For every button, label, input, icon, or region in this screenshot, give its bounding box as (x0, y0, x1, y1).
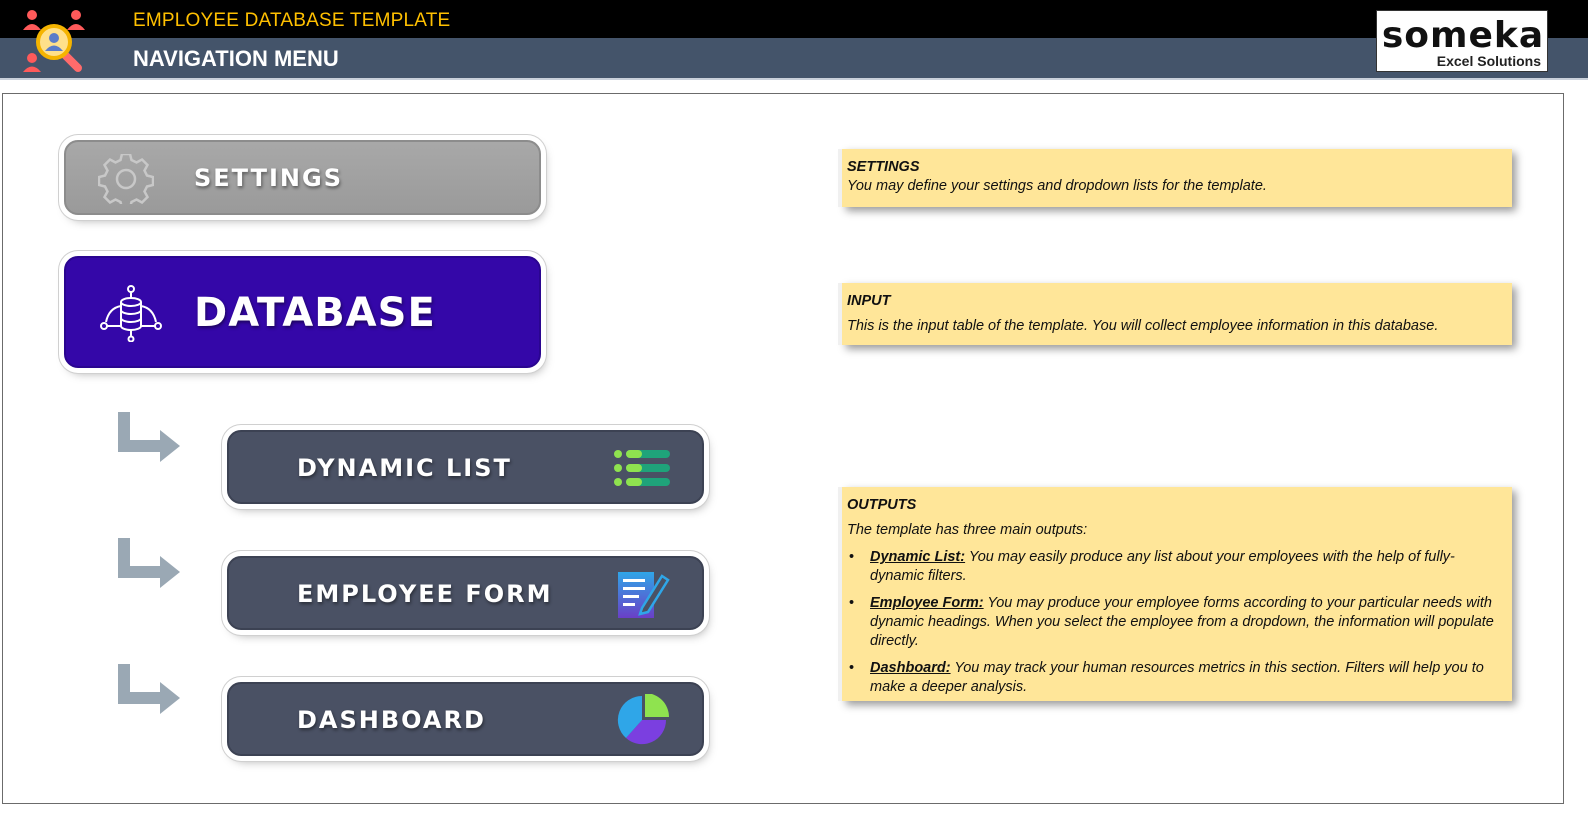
dynamic-list-button-label: DYNAMIC LIST (297, 454, 512, 482)
outputs-note-title: OUTPUTS (847, 497, 917, 513)
output-term: Employee Form: (870, 595, 984, 611)
database-button-label: DATABASE (194, 290, 436, 336)
brand-name: someka (1381, 15, 1545, 56)
list-icon (614, 450, 670, 486)
database-network-icon (100, 285, 162, 342)
list-item: Dynamic List: You may easily produce any… (847, 548, 1507, 586)
employee-form-button-label: EMPLOYEE FORM (297, 580, 553, 608)
outputs-note-intro: The template has three main outputs: (847, 522, 1088, 538)
header: EMPLOYEE DATABASE TEMPLATE NAVIGATION ME… (0, 0, 1588, 80)
output-term: Dashboard: (870, 660, 951, 676)
gear-icon (98, 154, 154, 204)
header-divider (0, 78, 1588, 80)
app-title: EMPLOYEE DATABASE TEMPLATE (133, 10, 451, 31)
brand-logo: someka Excel Solutions (1376, 10, 1548, 72)
form-edit-icon (618, 572, 670, 618)
dashboard-button[interactable]: DASHBOARD (227, 682, 704, 756)
input-note-title: INPUT (847, 293, 891, 309)
outputs-list: Dynamic List: You may easily produce any… (847, 548, 1507, 697)
settings-button[interactable]: SETTINGS (64, 140, 541, 215)
input-note-text: This is the input table of the template.… (847, 318, 1439, 334)
output-term: Dynamic List: (870, 549, 966, 565)
page-title: NAVIGATION MENU (133, 46, 339, 71)
input-note: INPUT This is the input table of the tem… (842, 283, 1512, 345)
settings-button-label: SETTINGS (194, 164, 343, 192)
sub-item-arrow-icon (118, 664, 180, 714)
dashboard-button-label: DASHBOARD (297, 706, 486, 734)
pie-chart-icon (617, 694, 669, 745)
brand-tagline: Excel Solutions (1436, 53, 1541, 69)
employee-search-icon (23, 10, 85, 72)
database-button[interactable]: DATABASE (64, 256, 541, 368)
settings-note: SETTINGS You may define your settings an… (842, 149, 1512, 207)
settings-note-text: You may define your settings and dropdow… (847, 178, 1267, 194)
sub-item-arrow-icon (118, 538, 180, 588)
outputs-note: OUTPUTS The template has three main outp… (842, 487, 1512, 701)
employee-form-button[interactable]: EMPLOYEE FORM (227, 556, 704, 630)
settings-note-title: SETTINGS (847, 159, 920, 175)
sub-item-arrow-icon (118, 412, 180, 462)
dynamic-list-button[interactable]: DYNAMIC LIST (227, 430, 704, 504)
list-item: Dashboard: You may track your human reso… (847, 659, 1507, 697)
output-description: You may track your human resources metri… (870, 660, 1484, 695)
list-item: Employee Form: You may produce your empl… (847, 594, 1507, 651)
